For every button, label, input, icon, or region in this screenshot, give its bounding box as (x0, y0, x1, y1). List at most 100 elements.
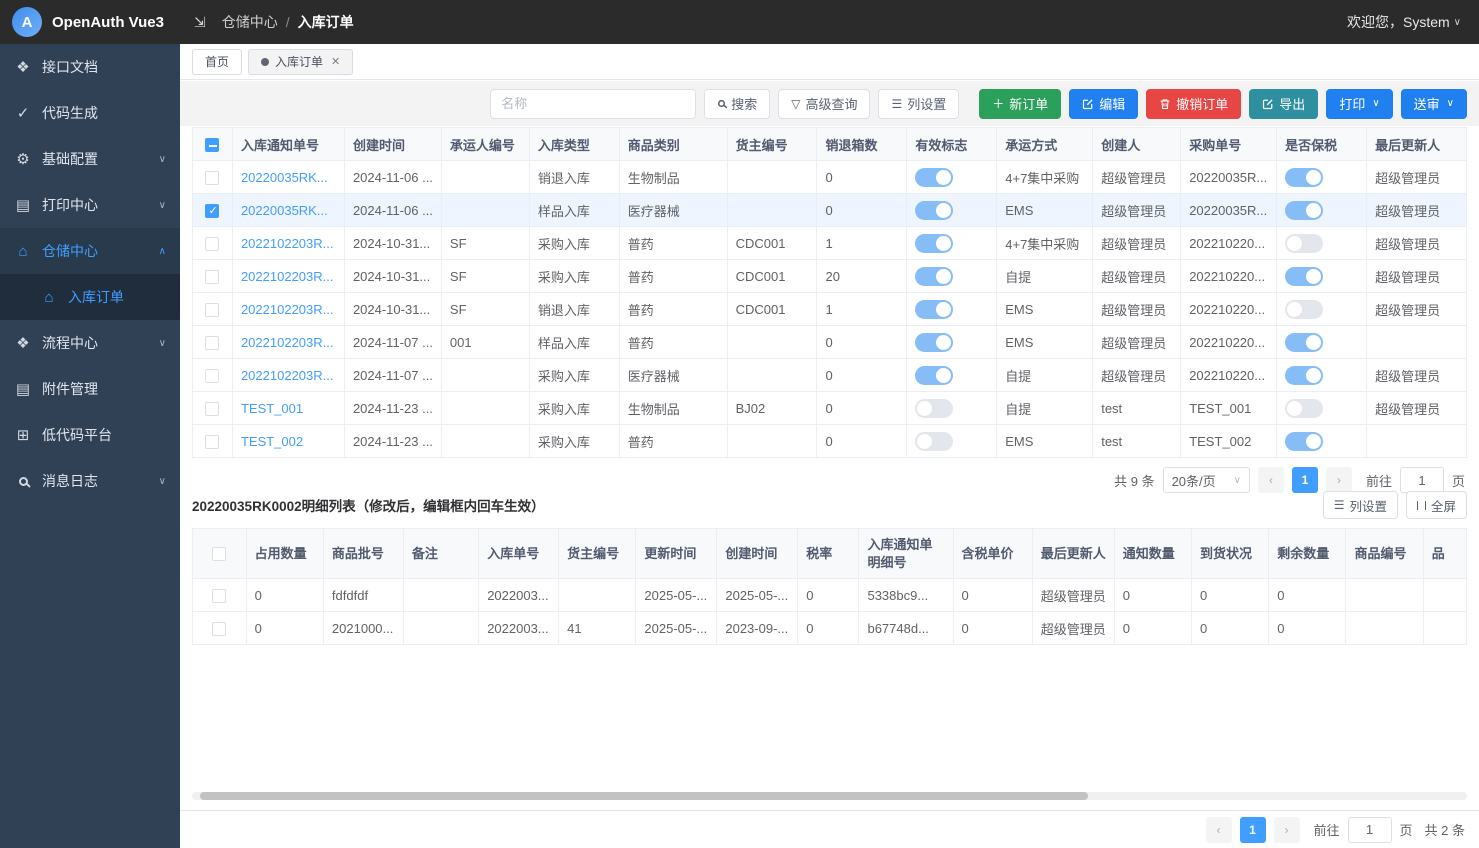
new-order-button[interactable]: ＋ 新订单 (979, 89, 1061, 119)
toggle-bonded[interactable] (1285, 432, 1323, 451)
sidebar-item-attachment-mgmt[interactable]: ▤附件管理 (0, 366, 180, 412)
sidebar-item-base-config[interactable]: ⚙基础配置∨ (0, 136, 180, 182)
toggle-valid[interactable] (915, 168, 953, 187)
sidebar-item-lowcode-platform[interactable]: ⊞低代码平台 (0, 412, 180, 458)
table-row[interactable]: 2022102203R...2024-10-31...SF采购入库普药CDC00… (193, 227, 1467, 260)
toggle-valid[interactable] (915, 300, 953, 319)
export-button[interactable]: 导出 (1249, 89, 1318, 119)
sidebar-item-warehouse-center[interactable]: ⌂仓储中心∧ (0, 228, 180, 274)
cell-remark (403, 612, 478, 645)
table-row[interactable]: 20220035RK...2024-11-06 ...样品入库医疗器械0EMS超… (193, 194, 1467, 227)
toggle-bonded[interactable] (1285, 333, 1323, 352)
table-row[interactable]: TEST_0022024-11-23 ...采购入库普药0EMStestTEST… (193, 425, 1467, 458)
row-checkbox[interactable] (205, 171, 219, 185)
chevron-down-icon: ∨ (1447, 98, 1454, 109)
toggle-valid[interactable] (915, 366, 953, 385)
toggle-bonded[interactable] (1285, 366, 1323, 385)
select-all-checkbox[interactable] (212, 547, 226, 561)
order-link[interactable]: 20220035RK... (241, 203, 328, 218)
tab-close-icon[interactable]: ✕ (331, 55, 340, 68)
row-checkbox[interactable] (205, 303, 219, 317)
cell-carrier_no (441, 194, 529, 227)
toggle-bonded[interactable] (1285, 168, 1323, 187)
toggle-bonded[interactable] (1285, 399, 1323, 418)
toggle-bonded[interactable] (1285, 267, 1323, 286)
sidebar-item-label: 流程中心 (42, 333, 98, 353)
cell-name (1423, 612, 1466, 645)
table-row[interactable]: 2022102203R...2024-11-07 ...001样品入库普药0EM… (193, 326, 1467, 359)
order-link[interactable]: TEST_001 (241, 401, 303, 416)
cell-return_boxes: 1 (817, 227, 907, 260)
row-checkbox[interactable] (205, 270, 219, 284)
horizontal-scrollbar-thumb[interactable] (200, 792, 1088, 800)
chevron-down-icon: ∨ (1234, 475, 1241, 486)
chevron-down-icon: ∨ (1454, 17, 1461, 28)
row-checkbox[interactable] (205, 402, 219, 416)
sidebar-item-api-docs[interactable]: ❖接口文档 (0, 44, 180, 90)
cell-product_no (1346, 579, 1423, 612)
order-link[interactable]: 2022102203R... (241, 236, 334, 251)
tab-home[interactable]: 首页 (192, 49, 242, 75)
row-checkbox[interactable] (205, 435, 219, 449)
sidebar-item-label: 基础配置 (42, 149, 98, 169)
toggle-valid[interactable] (915, 267, 953, 286)
cell-transport: 4+7集中采购 (997, 161, 1093, 194)
table-row[interactable]: 2022102203R...2024-10-31...SF采购入库普药CDC00… (193, 260, 1467, 293)
sidebar-item-print-center[interactable]: ▤打印中心∨ (0, 182, 180, 228)
sidebar-item-code-gen[interactable]: ✓代码生成 (0, 90, 180, 136)
fullscreen-button[interactable]: 全屏 (1406, 491, 1467, 519)
toggle-valid[interactable] (915, 333, 953, 352)
sidebar-item-inbound-order[interactable]: ⌂入库订单 (0, 274, 180, 320)
search-input[interactable] (490, 89, 696, 119)
row-checkbox[interactable] (212, 622, 226, 636)
cell-created: 2024-11-23 ... (344, 392, 441, 425)
order-link[interactable]: 2022102203R... (241, 302, 334, 317)
order-link[interactable]: TEST_002 (241, 434, 303, 449)
cancel-order-button[interactable]: 撤销订单 (1146, 89, 1241, 119)
cell-owner_no (559, 579, 636, 612)
table-row[interactable]: 20220035RK...2024-11-06 ...销退入库生物制品04+7集… (193, 161, 1467, 194)
submit-approval-button[interactable]: 送审 ∨ (1401, 89, 1467, 119)
prev-page-button[interactable]: ‹ (1206, 817, 1232, 843)
print-button[interactable]: 打印 ∨ (1326, 89, 1392, 119)
toggle-bonded[interactable] (1285, 300, 1323, 319)
sidebar-item-message-log[interactable]: 消息日志∨ (0, 458, 180, 504)
row-checkbox[interactable] (205, 336, 219, 350)
table-row[interactable]: 0fdfdfdf2022003...2025-05-...2025-05-...… (193, 579, 1467, 612)
page-number-button[interactable]: 1 (1240, 817, 1266, 843)
order-link[interactable]: 2022102203R... (241, 368, 334, 383)
row-checkbox[interactable] (212, 589, 226, 603)
goto-page-input[interactable] (1348, 817, 1392, 843)
select-all-checkbox[interactable] (205, 138, 219, 152)
next-page-button[interactable]: › (1274, 817, 1300, 843)
breadcrumb-parent[interactable]: 仓储中心 (222, 12, 278, 32)
sidebar-collapse-icon[interactable]: ⇲ (194, 14, 206, 31)
toggle-valid[interactable] (915, 432, 953, 451)
cell-tax_rate: 0 (798, 579, 859, 612)
advanced-query-button[interactable]: ▽ 高级查询 (778, 89, 870, 119)
row-checkbox[interactable] (205, 204, 219, 218)
toggle-bonded[interactable] (1285, 201, 1323, 220)
row-checkbox[interactable] (205, 369, 219, 383)
table-row[interactable]: 2022102203R...2024-11-07 ...采购入库医疗器械0自提超… (193, 359, 1467, 392)
column-settings-button[interactable]: ☰ 列设置 (878, 89, 959, 119)
toggle-valid[interactable] (915, 234, 953, 253)
order-link[interactable]: 20220035RK... (241, 170, 328, 185)
row-checkbox[interactable] (205, 237, 219, 251)
search-button[interactable]: 搜索 (704, 89, 770, 119)
table-row[interactable]: TEST_0012024-11-23 ...采购入库生物制品BJ020自提tes… (193, 392, 1467, 425)
sidebar-item-process-center[interactable]: ❖流程中心∨ (0, 320, 180, 366)
sidebar-menu: ❖接口文档✓代码生成⚙基础配置∨▤打印中心∨⌂仓储中心∧⌂入库订单❖流程中心∨▤… (0, 44, 180, 504)
toggle-valid[interactable] (915, 399, 953, 418)
toggle-valid[interactable] (915, 201, 953, 220)
order-link[interactable]: 2022102203R... (241, 269, 334, 284)
table-row[interactable]: 2022102203R...2024-10-31...SF销退入库普药CDC00… (193, 293, 1467, 326)
toggle-bonded[interactable] (1285, 234, 1323, 253)
table-row[interactable]: 02021000...2022003...412025-05-...2023-0… (193, 612, 1467, 645)
order-link[interactable]: 2022102203R... (241, 335, 334, 350)
edit-button[interactable]: 编辑 (1069, 89, 1138, 119)
user-menu[interactable]: 欢迎您，System ∨ (1347, 12, 1479, 32)
detail-column-settings-button[interactable]: ☰ 列设置 (1323, 491, 1398, 519)
top-bar: A OpenAuth Vue3 ⇲ 仓储中心 / 入库订单 欢迎您，System… (0, 0, 1479, 44)
tab-inbound-order[interactable]: 入库订单 ✕ (248, 49, 353, 75)
